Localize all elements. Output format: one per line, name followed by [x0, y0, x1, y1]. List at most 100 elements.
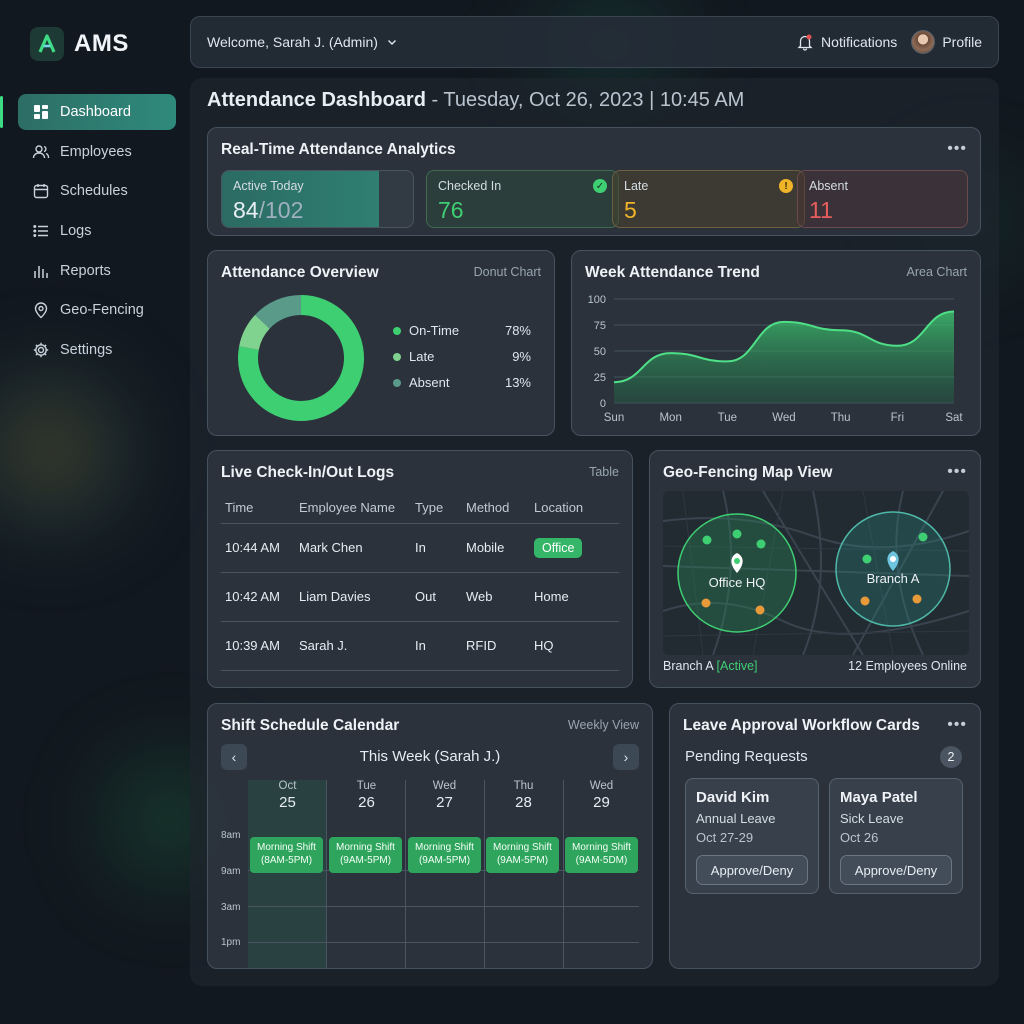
app-logo[interactable]: AMS	[30, 27, 129, 61]
kpi-absent[interactable]: Absent 11	[797, 170, 968, 228]
sidebar-item-settings[interactable]: Settings	[18, 332, 176, 368]
day-header[interactable]: Wed 27	[405, 780, 484, 811]
kpi-late[interactable]: Late 5 !	[612, 170, 805, 228]
chevron-left-icon: ‹	[231, 749, 237, 765]
day-header[interactable]: Wed 29	[562, 780, 641, 811]
time-label: 9am	[221, 866, 241, 877]
time-label: 8am	[221, 830, 241, 841]
sidebar-item-schedules[interactable]: Schedules	[18, 173, 176, 209]
users-icon	[32, 144, 50, 158]
shift-block[interactable]: Morning Shift (9AM-5DM)	[565, 837, 638, 873]
column-header[interactable]: Type	[411, 493, 462, 524]
sidebar-item-logs[interactable]: Logs	[18, 213, 176, 249]
y-tick-label: 100	[588, 294, 606, 306]
table-cell: Liam Davies	[295, 572, 411, 622]
prev-week-button[interactable]: ‹	[221, 744, 247, 770]
profile-button[interactable]: Profile	[911, 30, 982, 54]
shift-block[interactable]: Morning Shift (9AM-5PM)	[329, 837, 402, 873]
card-title: Live Check-In/Out Logs	[221, 464, 395, 481]
more-options-icon[interactable]: •••	[947, 463, 967, 481]
shift-block[interactable]: Morning Shift (9AM-5PM)	[408, 837, 481, 873]
pending-count-badge: 2	[940, 746, 962, 768]
approve-deny-button[interactable]: Approve/Deny	[696, 855, 808, 885]
table-cell: HQ	[530, 621, 619, 671]
table-cell: In	[411, 621, 462, 671]
column-header[interactable]: Employee Name	[295, 493, 411, 524]
zone-label-branch-a: Branch A	[866, 571, 920, 586]
schedule-card: Shift Schedule Calendar Weekly View This…	[207, 703, 653, 969]
sidebar-nav: Dashboard Employees Schedules Logs Repor…	[18, 94, 176, 372]
day-header[interactable]: Tue 26	[327, 780, 406, 811]
card-title: Geo-Fencing Map View	[663, 464, 833, 481]
bell-icon	[797, 34, 813, 51]
warning-icon: !	[779, 179, 793, 193]
sidebar-item-label: Reports	[60, 262, 111, 279]
user-menu[interactable]: Welcome, Sarah J. (Admin)	[207, 34, 398, 50]
table-cell: Mark Chen	[295, 523, 411, 573]
status-badge: [Active]	[716, 659, 758, 673]
chevron-down-icon	[387, 40, 396, 45]
current-date: Tuesday, Oct 26, 2023	[443, 89, 644, 111]
day-header[interactable]: Oct 25	[248, 780, 327, 811]
table-row[interactable]: 10:39 AM Sarah J. In RFID HQ	[221, 621, 619, 671]
table-row[interactable]: 10:42 AM Liam Davies Out Web Home	[221, 572, 619, 622]
sidebar-item-geo-fencing[interactable]: Geo-Fencing	[18, 292, 176, 328]
kpi-active-today[interactable]: Active Today 84/102	[221, 170, 414, 228]
donut-slice-late[interactable]	[239, 314, 271, 351]
next-week-button[interactable]: ›	[613, 744, 639, 770]
card-title: Real-Time Attendance Analytics	[221, 141, 456, 158]
card-tag: Table	[589, 465, 619, 479]
sidebar-item-dashboard[interactable]: Dashboard	[18, 94, 176, 130]
kpi-checked-in[interactable]: Checked In 76 ✓	[426, 170, 619, 228]
more-options-icon[interactable]: •••	[947, 140, 967, 158]
bar-chart-icon	[34, 265, 48, 278]
avatar	[911, 30, 936, 54]
column-header[interactable]: Method	[462, 493, 530, 524]
kpi-label: Active Today	[233, 179, 304, 193]
card-title: Leave Approval Workflow Cards	[683, 717, 920, 734]
x-tick-label: Mon	[659, 412, 681, 424]
shift-block[interactable]: Morning Shift (8AM-5PM)	[250, 837, 323, 873]
card-tag: Weekly View	[567, 718, 639, 732]
location-badge: Office	[534, 537, 583, 558]
y-tick-label: 50	[594, 346, 606, 358]
leave-dates: Oct 27-29	[696, 830, 754, 845]
employee-name: Maya Patel	[840, 789, 918, 806]
kpi-label: Late	[624, 179, 649, 193]
employee-name: David Kim	[696, 789, 770, 806]
column-header[interactable]: Location	[530, 493, 619, 524]
table-cell: Out	[411, 572, 462, 622]
donut-slice-absent[interactable]	[255, 295, 302, 329]
table-cell: 10:44 AM	[221, 523, 295, 573]
map-footer-branch: Branch A [Active]	[663, 659, 758, 673]
analytics-card: Real-Time Attendance Analytics ••• Activ…	[207, 127, 981, 236]
time-label: 3am	[221, 902, 241, 913]
top-bar: Welcome, Sarah J. (Admin) Notifications …	[190, 16, 999, 68]
leave-type: Sick Leave	[840, 811, 904, 826]
logs-card: Live Check-In/Out Logs Table Time Employ…	[207, 450, 633, 688]
profile-label: Profile	[942, 34, 982, 50]
leave-request-card[interactable]: Maya Patel Sick Leave Oct 26 Approve/Den…	[829, 778, 963, 894]
more-options-icon[interactable]: •••	[947, 716, 967, 734]
area-chart: 100 75 50 25 0 Sun Mon Tue Wed Thu Fri Sat	[588, 294, 964, 424]
table-cell: In	[411, 523, 462, 573]
gear-icon	[33, 342, 49, 358]
legend-late: Late 9%	[393, 349, 531, 364]
x-tick-label: Sat	[945, 412, 963, 424]
shift-block[interactable]: Morning Shift (9AM-5PM)	[486, 837, 559, 873]
notifications-button[interactable]: Notifications	[796, 33, 897, 51]
geo-fencing-card: Geo-Fencing Map View ••• Office HQ Branc…	[649, 450, 981, 688]
card-title: Attendance Overview	[221, 264, 379, 281]
card-title: Shift Schedule Calendar	[221, 717, 400, 734]
day-header[interactable]: Thu 28	[484, 780, 563, 811]
donut-chart	[238, 295, 364, 421]
leave-request-card[interactable]: David Kim Annual Leave Oct 27-29 Approve…	[685, 778, 819, 894]
approve-deny-button[interactable]: Approve/Deny	[840, 855, 952, 885]
table-row[interactable]: 10:44 AM Mark Chen In Mobile Office	[221, 523, 619, 573]
week-trend-card: Week Attendance Trend Area Chart 100 75 50…	[571, 250, 981, 436]
x-tick-label: Fri	[891, 412, 904, 424]
legend-pct: 9%	[512, 349, 531, 364]
sidebar-item-employees[interactable]: Employees	[18, 134, 176, 170]
sidebar-item-reports[interactable]: Reports	[18, 253, 176, 289]
column-header[interactable]: Time	[221, 493, 295, 524]
